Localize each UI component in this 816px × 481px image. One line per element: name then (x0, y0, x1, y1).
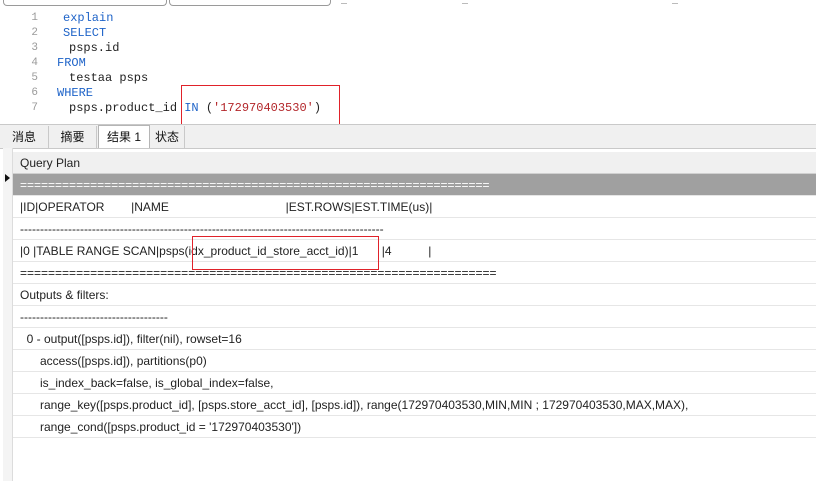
tab-label: 摘要 (60, 130, 85, 144)
tab-messages[interactable]: 消息 (0, 126, 49, 148)
editor-line[interactable]: 1 explain (0, 11, 816, 26)
result-row[interactable]: |ID|OPERATOR |NAME |EST.ROWS|EST.TIME(us… (13, 196, 816, 218)
line-number: 3 (31, 42, 38, 54)
line-number: 6 (31, 87, 38, 99)
line-number: 5 (31, 72, 38, 84)
code-text: SELECT (63, 26, 106, 41)
result-cell: 0 - output([psps.id]), filter(nil), rows… (20, 332, 242, 346)
code-text: psps.id (69, 41, 119, 56)
tab-status[interactable]: 状态 (150, 126, 185, 148)
result-cell: range_cond([psps.product_id = '172970403… (20, 420, 302, 434)
result-cell: ========================================… (20, 178, 490, 192)
code-text: testaa psps (69, 71, 148, 86)
result-row[interactable]: ========================================… (13, 262, 816, 284)
result-row[interactable]: range_key([psps.product_id], [psps.store… (13, 394, 816, 416)
result-cell: access([psps.id]), partitions(p0) (20, 354, 207, 368)
tab-label: 状态 (154, 130, 179, 144)
sql-identifier: psps.product_id (69, 101, 185, 115)
editor-line[interactable]: 7 psps.product_id IN ('172970403530') (0, 101, 816, 116)
line-number: 7 (31, 102, 38, 114)
editor-line[interactable]: 3 psps.id (0, 41, 816, 56)
result-row[interactable]: range_cond([psps.product_id = '172970403… (13, 416, 816, 438)
line-number: 4 (31, 57, 38, 69)
code-text: FROM (57, 56, 86, 71)
tab-label: 消息 (11, 130, 36, 144)
result-tab-bar: 消息 摘要 结果 1 状态 (0, 124, 816, 149)
result-cell: ------------------------------------- (20, 310, 168, 324)
line-number: 1 (31, 12, 38, 24)
result-row[interactable]: access([psps.id]), partitions(p0) (13, 350, 816, 372)
current-row-arrow-icon (5, 174, 10, 182)
highlight-box-index-name (192, 236, 379, 270)
result-row[interactable]: Outputs & filters: (13, 284, 816, 306)
result-row[interactable]: 0 - output([psps.id]), filter(nil), rows… (13, 328, 816, 350)
editor-line[interactable]: 4 FROM (0, 56, 816, 71)
result-row[interactable]: |0 |TABLE RANGE SCAN|psps(idx_product_id… (13, 240, 816, 262)
result-row[interactable]: is_index_back=false, is_global_index=fal… (13, 372, 816, 394)
code-text: explain (63, 11, 113, 26)
sql-keyword: FROM (57, 56, 86, 70)
line-number: 2 (31, 27, 38, 39)
column-header-query-plan[interactable]: Query Plan (13, 152, 816, 174)
tab-result-1[interactable]: 结果 1 (98, 125, 150, 148)
result-cell: Outputs & filters: (20, 288, 109, 302)
highlight-box-in-clause (181, 85, 340, 127)
sql-keyword: WHERE (57, 86, 94, 100)
row-indicator-column (3, 148, 13, 481)
result-row[interactable]: ========================================… (5, 174, 816, 196)
sql-editor[interactable]: 1 explain 2 SELECT 3 psps.id 4 FROM 5 testaa psps… (0, 7, 816, 123)
result-cell: is_index_back=false, is_global_index=fal… (20, 376, 274, 390)
result-row[interactable]: ----------------------------------------… (13, 218, 816, 240)
sql-identifier: testaa psps (69, 71, 149, 85)
editor-line[interactable]: 6 WHERE (0, 86, 816, 101)
column-header-label: Query Plan (20, 156, 81, 170)
sql-keyword: SELECT (63, 26, 107, 40)
toolbar-button-right[interactable] (169, 0, 331, 6)
toolbar-button-left[interactable] (3, 0, 167, 6)
sql-keyword: explain (63, 11, 114, 25)
toolbar-mark-icon (462, 0, 468, 4)
editor-line[interactable]: 2 SELECT (0, 26, 816, 41)
result-row[interactable]: ------------------------------------- (13, 306, 816, 328)
result-grid: Query Plan =============================… (3, 148, 816, 481)
sql-identifier: psps.id (69, 41, 120, 55)
editor-line[interactable]: 5 testaa psps (0, 71, 816, 86)
tab-summary[interactable]: 摘要 (49, 126, 97, 148)
result-cell: |ID|OPERATOR |NAME |EST.ROWS|EST.TIME(us… (20, 200, 433, 214)
code-text: WHERE (57, 86, 93, 101)
toolbar-strip (0, 0, 816, 7)
toolbar-mark-icon (672, 0, 678, 4)
toolbar-mark-icon (341, 0, 347, 4)
tab-label: 结果 1 (106, 130, 141, 144)
result-cell: range_key([psps.product_id], [psps.store… (20, 398, 689, 412)
